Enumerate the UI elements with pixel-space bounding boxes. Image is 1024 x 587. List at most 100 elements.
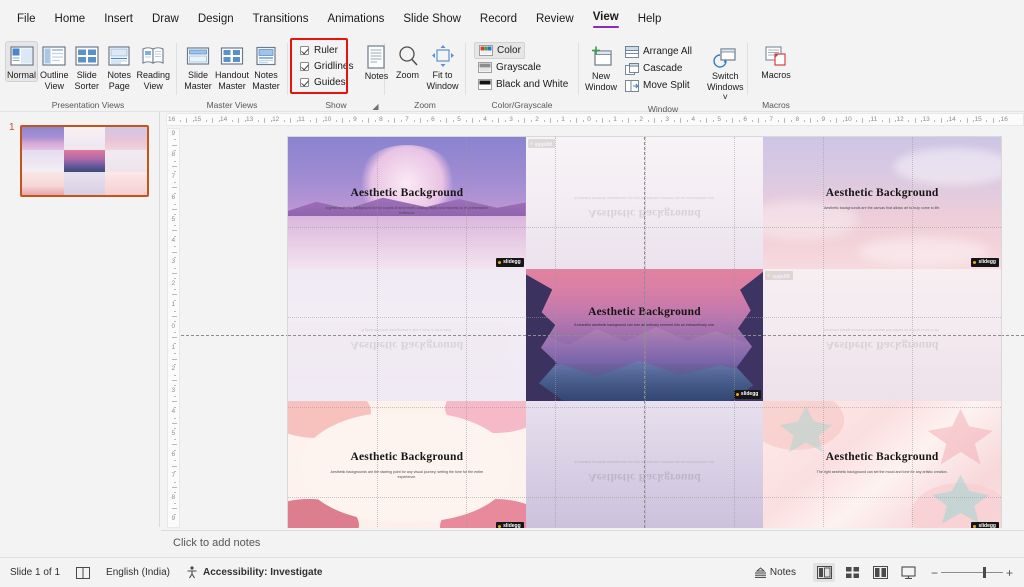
slide-cell-bottom-center[interactable]: Aesthetic Background A beautiful aesthet… [525, 401, 764, 528]
slide-cell-title: Aesthetic Background [588, 305, 701, 318]
menu-item-review[interactable]: Review [527, 9, 583, 29]
zoom-button[interactable]: Zoom [390, 41, 425, 81]
notes-pane[interactable]: Click to add notes [161, 530, 1024, 557]
grayscale-button[interactable]: Grayscale [474, 59, 544, 76]
slide-cell-middle-left[interactable]: Aesthetic Background A great aesthetic b… [288, 269, 526, 401]
view-normal-button[interactable] [813, 563, 835, 582]
ruler-minor-mark [888, 118, 890, 123]
reading-view-button[interactable]: Reading View [135, 41, 171, 91]
zoom-in-button[interactable]: + [1003, 566, 1016, 580]
notes-page-button[interactable]: Notes Page [103, 41, 135, 91]
notes-toggle[interactable]: Notes [754, 566, 796, 579]
ruler-minor-mark [914, 118, 916, 123]
normal-view-button[interactable]: Normal [5, 41, 39, 82]
outline-view-label-2: View [44, 80, 64, 91]
menu-item-view[interactable]: View [584, 7, 628, 32]
slide-cell-top-center[interactable]: Aesthetic Background A beautiful aesthet… [525, 137, 764, 269]
menu-item-insert[interactable]: Insert [95, 9, 142, 29]
guides-checkbox[interactable] [300, 77, 309, 87]
zoom-button-label: Zoom [395, 70, 419, 80]
menu-item-draw[interactable]: Draw [143, 9, 188, 29]
ruler-checkbox-row[interactable]: Ruler [297, 42, 356, 58]
ruler-minor-mark [394, 118, 396, 123]
menu-item-slide-show[interactable]: Slide Show [394, 9, 470, 29]
slide-cell-top-right[interactable]: Aesthetic Background Aesthetic backgroun… [763, 137, 1001, 269]
outline-view-button[interactable]: Outline View [38, 41, 70, 91]
arrange-all-button[interactable]: Arrange All [621, 43, 695, 60]
ruler-minor-mark [836, 118, 838, 123]
view-slideshow-button[interactable] [897, 563, 919, 582]
new-window-button[interactable]: New Window [584, 42, 618, 92]
ruler-tick: 2 [535, 116, 539, 123]
switch-windows-button[interactable]: Switch Windows ˅ [706, 42, 745, 103]
menu-item-record[interactable]: Record [471, 9, 526, 29]
menu-item-file[interactable]: File [8, 9, 45, 29]
menu-item-animations[interactable]: Animations [318, 9, 393, 29]
ruler-tick: 16 [168, 116, 176, 123]
ruler-tick: 6 [171, 194, 176, 202]
slide-cell-top-left[interactable]: Aesthetic Background A great aesthetic b… [288, 137, 526, 269]
slide-cell-bottom-right[interactable]: Aesthetic Background The right aesthetic… [763, 401, 1001, 528]
slide-master-button[interactable]: Slide Master [182, 41, 214, 91]
cascade-button[interactable]: Cascade [621, 60, 695, 77]
slide-cell-middle-center[interactable]: Aesthetic Background A beautiful aesthet… [525, 269, 764, 401]
menu-item-home[interactable]: Home [46, 9, 95, 29]
ruler-minor-mark [530, 119, 532, 122]
fit-to-window-icon [430, 44, 456, 68]
zoom-slider[interactable]: − + [928, 566, 1016, 580]
ruler-minor-mark [960, 119, 962, 122]
guides-checkbox-row[interactable]: Guides [297, 74, 356, 90]
slide-sorter-label-1: Slide [76, 70, 97, 80]
cascade-label: Cascade [643, 63, 683, 74]
view-reading-button[interactable] [869, 563, 891, 582]
slide-editing-surface[interactable]: Aesthetic Background A great aesthetic b… [288, 137, 1001, 528]
handout-master-button[interactable]: Handout Master [214, 41, 250, 91]
macros-button[interactable]: Macros [753, 41, 799, 81]
ruler-checkbox[interactable] [300, 45, 309, 55]
menu-item-transitions[interactable]: Transitions [244, 9, 318, 29]
ruler-minor-mark [680, 118, 682, 123]
menu-item-help[interactable]: Help [629, 9, 671, 29]
language-indicator[interactable]: English (India) [106, 567, 170, 578]
zoom-out-button[interactable]: − [928, 566, 941, 580]
accessibility-status[interactable]: Accessibility: Investigate [186, 566, 322, 579]
view-slide-sorter-button[interactable] [841, 563, 863, 582]
slide-cell-middle-right[interactable]: Aesthetic Background Aesthetic backgroun… [763, 269, 1001, 401]
handout-master-label-1: Handout [214, 70, 250, 80]
black-and-white-button[interactable]: Black and White [474, 76, 571, 93]
menu-item-design[interactable]: Design [189, 9, 243, 29]
ruler-minor-mark [212, 118, 214, 123]
ruler-tick: 2 [171, 279, 176, 287]
color-button[interactable]: Color [474, 42, 525, 59]
ruler-minor-mark [686, 119, 688, 122]
spell-check-icon[interactable] [76, 566, 91, 579]
zoom-track[interactable] [941, 567, 1003, 578]
ruler-minor-mark [172, 337, 177, 339]
slide-count[interactable]: Slide 1 of 1 [10, 567, 60, 578]
ruler-minor-mark [582, 119, 584, 122]
ruler-tick: 6 [171, 450, 176, 458]
reading-view-icon [140, 44, 166, 68]
ruler-minor-mark [413, 119, 415, 122]
ruler-tick: 6 [743, 116, 748, 123]
slide-cell-bottom-left[interactable]: Aesthetic Background Aesthetic backgroun… [288, 401, 526, 528]
slide-thumbnail-1[interactable] [20, 125, 149, 197]
fit-to-window-button[interactable]: Fit to Window [425, 41, 460, 91]
thumbnail-slide-number: 1 [9, 122, 15, 133]
gridlines-checkbox[interactable] [300, 61, 309, 71]
notes-master-button[interactable]: Notes Master [250, 41, 282, 91]
slide-sorter-button[interactable]: Slide Sorter [71, 41, 103, 91]
show-dialog-launcher[interactable]: ◢ [370, 101, 381, 112]
horizontal-ruler[interactable]: 16 15 14 13 12 11 10 9 8 7 6 5 4 3 2 1 0 1 2 3 4 5 6 7 8 9 10 11 12 1… [166, 113, 1024, 126]
zoom-thumb[interactable] [983, 567, 986, 578]
move-split-button[interactable]: Move Split [621, 77, 695, 94]
ribbon: Normal Outline View Slide Sorter Notes P… [0, 38, 1024, 114]
gridlines-checkbox-row[interactable]: Gridlines [297, 58, 356, 74]
new-window-icon [588, 45, 614, 69]
ruler-tick: 4 [171, 408, 176, 416]
ruler-tick: 1 [561, 116, 565, 123]
vertical-ruler[interactable]: 9 8 7 6 5 4 3 2 1 0 1 2 3 4 5 6 7 8 9 [167, 128, 180, 528]
slide-canvas-area[interactable]: Aesthetic Background A great aesthetic b… [181, 128, 1024, 528]
switch-windows-icon [712, 45, 738, 69]
ruler-tick: 5 [171, 215, 176, 223]
